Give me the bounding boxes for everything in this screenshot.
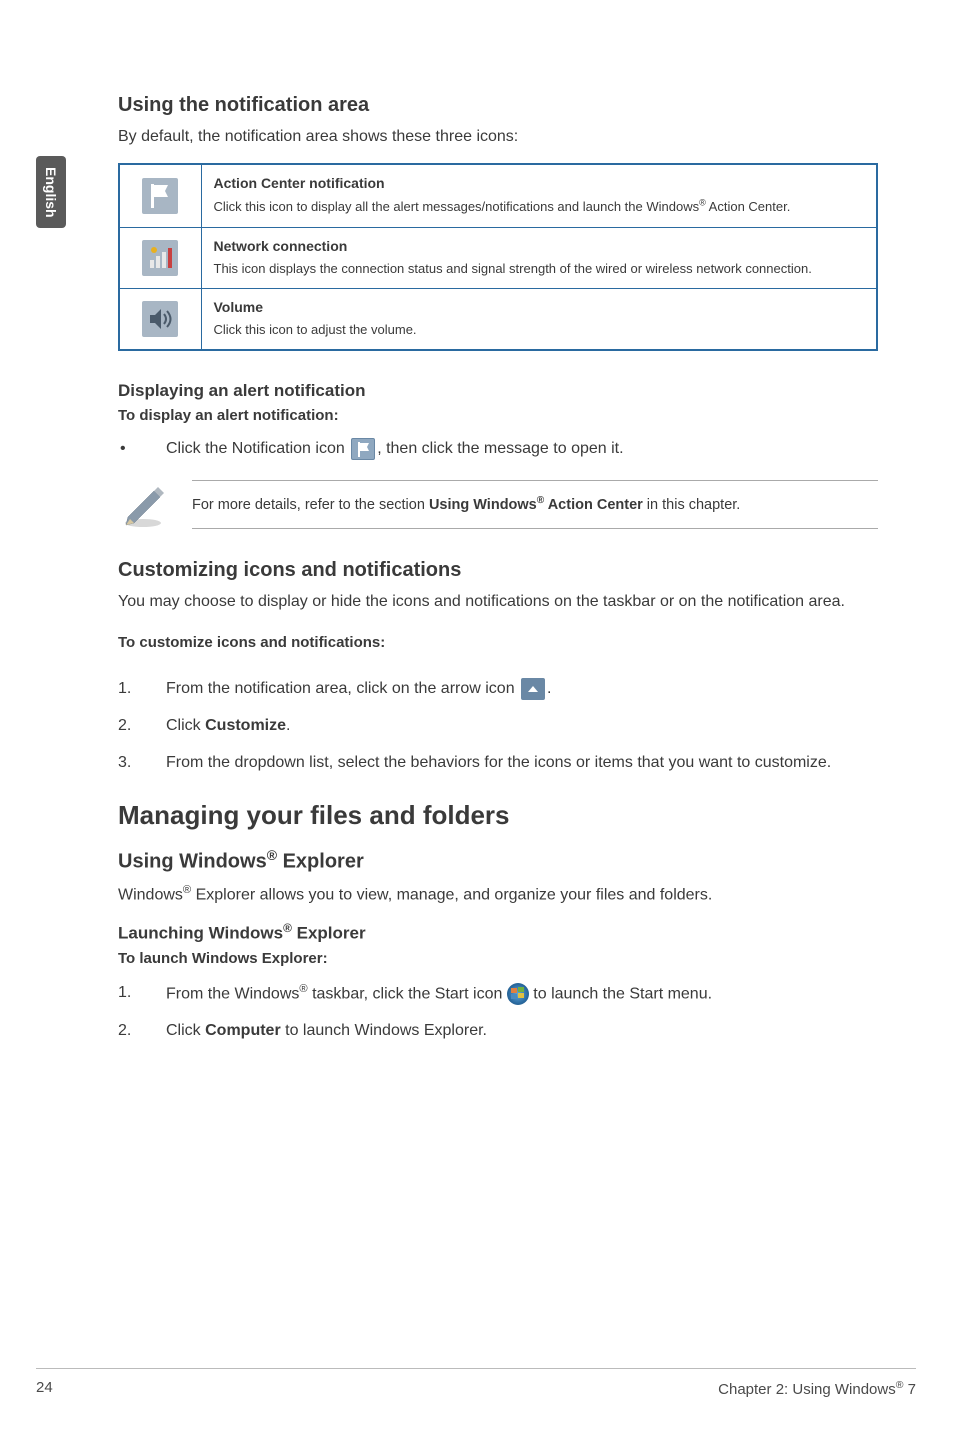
table-row: Action Center notification Click this ic… — [119, 164, 877, 227]
action-center-desc: Click this icon to display all the alert… — [214, 199, 791, 214]
flag-inline-icon — [351, 438, 375, 460]
volume-title: Volume — [214, 299, 865, 315]
alert-bullet-item: Click the Notification icon , then click… — [118, 436, 878, 462]
flag-icon — [140, 176, 180, 216]
main-content: Using the notification area By default, … — [118, 94, 878, 1057]
note-text: For more details, refer to the section U… — [192, 480, 878, 530]
network-desc-cell: Network connection This icon displays th… — [201, 227, 877, 288]
chapter-label: Chapter 2: Using Windows® 7 — [718, 1379, 916, 1398]
launching-explorer-subhead: To launch Windows Explorer: — [118, 950, 878, 967]
customizing-step-2: 2.Click Customize. — [118, 712, 878, 741]
network-icon — [140, 238, 180, 278]
note-block: For more details, refer to the section U… — [118, 479, 878, 529]
side-language-tab: English — [36, 156, 66, 228]
action-center-desc-cell: Action Center notification Click this ic… — [201, 164, 877, 227]
customizing-subhead: To customize icons and notifications: — [118, 634, 878, 651]
table-row: Network connection This icon displays th… — [119, 227, 877, 288]
using-explorer-intro: Windows® Explorer allows you to view, ma… — [118, 882, 878, 907]
page-number: 24 — [36, 1379, 53, 1398]
table-row: Volume Click this icon to adjust the vol… — [119, 288, 877, 350]
volume-icon — [140, 299, 180, 339]
volume-desc-cell: Volume Click this icon to adjust the vol… — [201, 288, 877, 350]
action-center-title: Action Center notification — [214, 175, 865, 191]
arrow-up-inline-icon — [521, 678, 545, 700]
start-orb-icon — [507, 983, 529, 1005]
customizing-step-3: 3.From the dropdown list, select the beh… — [118, 749, 878, 778]
side-tab-label: English — [43, 167, 59, 218]
page-footer: 24 Chapter 2: Using Windows® 7 — [36, 1368, 916, 1398]
network-desc: This icon displays the connection status… — [214, 261, 812, 276]
section-notification-area-intro: By default, the notification area shows … — [118, 125, 878, 149]
volume-desc: Click this icon to adjust the volume. — [214, 322, 417, 337]
action-center-icon-cell — [119, 164, 201, 227]
notification-icons-table: Action Center notification Click this ic… — [118, 163, 878, 351]
network-title: Network connection — [214, 238, 865, 254]
volume-icon-cell — [119, 288, 201, 350]
launching-step-2: 2.Click Computer to launch Windows Explo… — [118, 1017, 878, 1046]
launching-explorer-title: Launching Windows® Explorer — [118, 921, 878, 944]
network-icon-cell — [119, 227, 201, 288]
alert-subhead: To display an alert notification: — [118, 407, 878, 424]
managing-files-title: Managing your files and folders — [118, 800, 878, 831]
launching-steps: 1.From the Windows® taskbar, click the S… — [118, 979, 878, 1046]
customizing-step-1: 1.From the notification area, click on t… — [118, 675, 878, 704]
pencil-icon — [118, 479, 168, 529]
alert-heading: Displaying an alert notification — [118, 381, 878, 401]
alert-bullet-list: Click the Notification icon , then click… — [118, 436, 878, 462]
launching-step-1: 1.From the Windows® taskbar, click the S… — [118, 979, 878, 1009]
customizing-title: Customizing icons and notifications — [118, 559, 878, 582]
customizing-steps: 1.From the notification area, click on t… — [118, 675, 878, 777]
using-explorer-title: Using Windows® Explorer — [118, 847, 878, 874]
customizing-intro: You may choose to display or hide the ic… — [118, 590, 878, 614]
section-notification-area-title: Using the notification area — [118, 94, 878, 117]
